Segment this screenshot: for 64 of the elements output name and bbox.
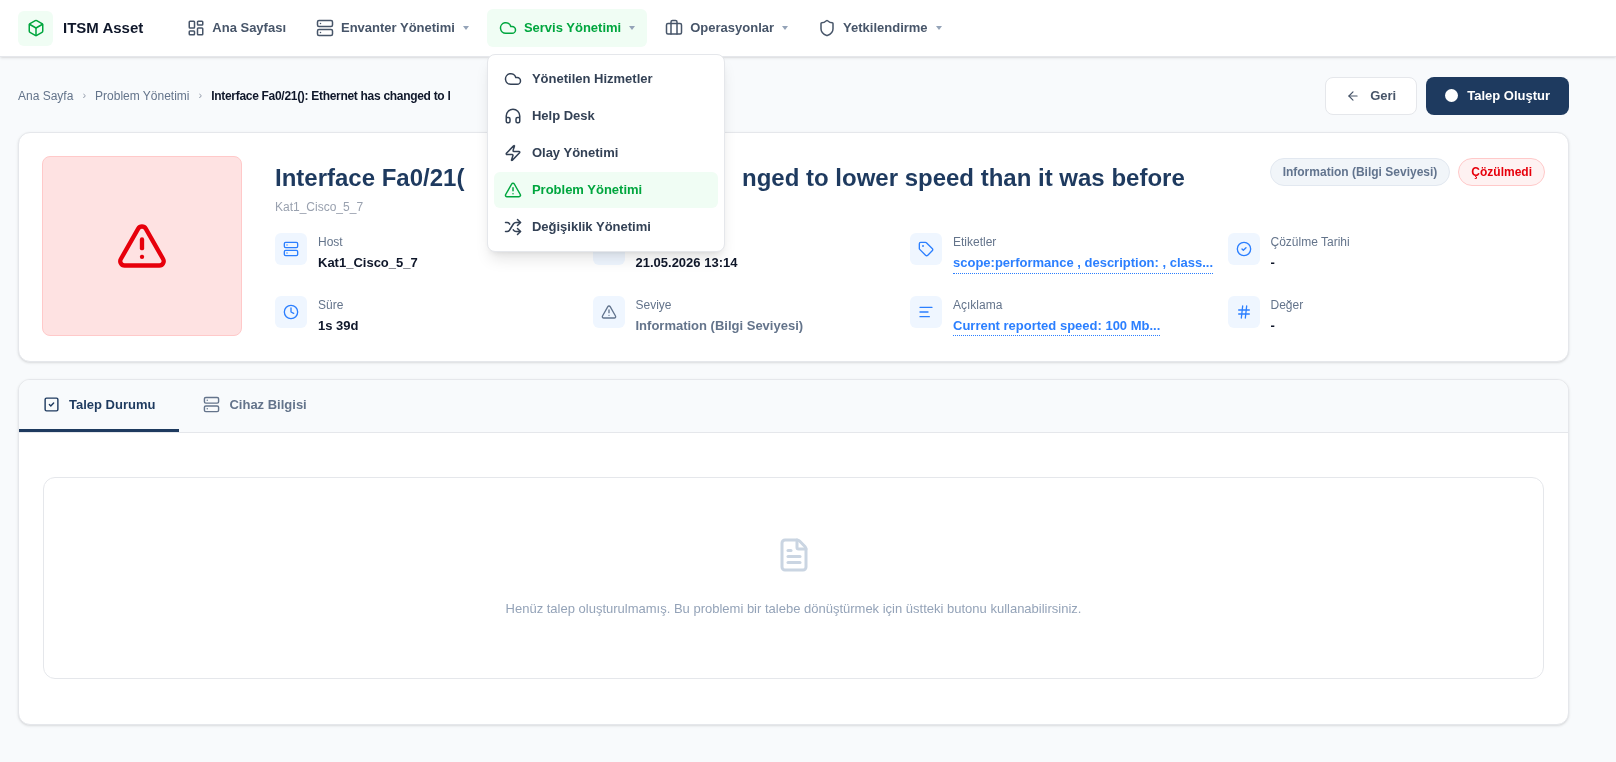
nav-item[interactable]: Yetkilendirme	[806, 9, 954, 47]
cloud-icon	[503, 70, 522, 88]
breadcrumb-current: Interface Fa0/21(): Ethernet has changed to l	[211, 87, 451, 105]
field-value: Information (Bilgi Seviyesi)	[635, 316, 804, 335]
problem-title: Interface Fa0/21(	[275, 163, 466, 193]
shield-icon	[818, 19, 837, 37]
server-icon	[283, 241, 299, 257]
field-label: Host	[318, 234, 344, 250]
field-value: Kat1_Cisco_5_7	[318, 254, 418, 272]
server-icon	[203, 396, 221, 413]
status-badge: Çözülmedi	[1458, 158, 1545, 186]
field-link[interactable]: Current reported speed: 100 Mb...	[953, 315, 1161, 336]
problem-subtitle: Kat1_Cisco_5_7	[275, 199, 365, 216]
menu-item[interactable]: Yönetilen Hizmetler	[493, 61, 718, 97]
field-label: Değer	[1270, 296, 1304, 313]
checkbox-icon	[43, 396, 60, 413]
brand-name: ITSM Asset	[63, 17, 144, 38]
caret-icon	[935, 26, 942, 30]
circle-icon	[1445, 89, 1459, 102]
problem-title: nged to lower speed than it was before	[742, 163, 1185, 193]
shuffle-icon	[503, 218, 522, 236]
field-label: Seviye	[635, 296, 673, 313]
menu-item[interactable]: Help Desk	[493, 98, 718, 134]
warning-icon	[600, 303, 617, 320]
lightning-icon	[503, 144, 522, 162]
cloud-icon	[498, 19, 517, 37]
field-label: Açıklama	[953, 296, 1004, 313]
check-circle-icon	[1235, 241, 1252, 257]
field-link[interactable]: scope:performance , description: , class...	[953, 253, 1214, 274]
headphones-icon	[503, 107, 522, 125]
tag-icon	[918, 241, 934, 257]
hash-icon	[1235, 303, 1252, 320]
nav-item[interactable]: Operasyonlar	[653, 9, 801, 47]
menu-item[interactable]: Olay Yönetimi	[493, 135, 718, 171]
field-label: Etiketler	[953, 234, 998, 250]
status-badge: Information (Bilgi Seviyesi)	[1269, 158, 1451, 186]
dashboard-icon	[187, 19, 206, 37]
field-label: Çözülme Tarihi	[1270, 234, 1350, 250]
caret-icon	[629, 26, 636, 30]
arrow-left-icon	[1346, 88, 1361, 103]
create-request-button[interactable]: Talep Oluştur	[1426, 76, 1569, 115]
nav-item[interactable]: Ana Sayfası	[175, 9, 298, 47]
server-icon	[316, 19, 334, 37]
tab[interactable]: Talep Durumu	[19, 380, 180, 432]
field-value: 21.05.2026 13:14	[635, 254, 738, 272]
back-button[interactable]: Geri	[1325, 76, 1418, 115]
field-value: -	[1270, 316, 1276, 335]
caret-icon	[782, 26, 789, 30]
briefcase-icon	[665, 19, 684, 37]
field-label: Süre	[318, 296, 345, 313]
breadcrumb-link[interactable]: Ana Sayfa	[18, 86, 74, 105]
field-value: -	[1270, 254, 1276, 272]
breadcrumb-separator: ›	[82, 88, 87, 104]
cube-icon	[26, 19, 45, 37]
clock-icon	[283, 303, 299, 320]
nav-item[interactable]: Envanter Yönetimi	[304, 9, 481, 47]
caret-icon	[462, 26, 469, 30]
field-value: 1s 39d	[318, 316, 359, 335]
breadcrumb-link[interactable]: Problem Yönetimi	[95, 86, 190, 105]
breadcrumb-separator: ›	[198, 88, 203, 104]
tab[interactable]: Cihaz Bilgisi	[179, 380, 331, 432]
empty-state-message: Henüz talep oluşturulmamış. Bu problemi bir talebe dönüştürmek için üstteki butonu kullanabilirsiniz.	[505, 600, 1082, 619]
menu-item[interactable]: Değişiklik Yönetimi	[493, 209, 718, 245]
warning-icon	[503, 181, 522, 199]
